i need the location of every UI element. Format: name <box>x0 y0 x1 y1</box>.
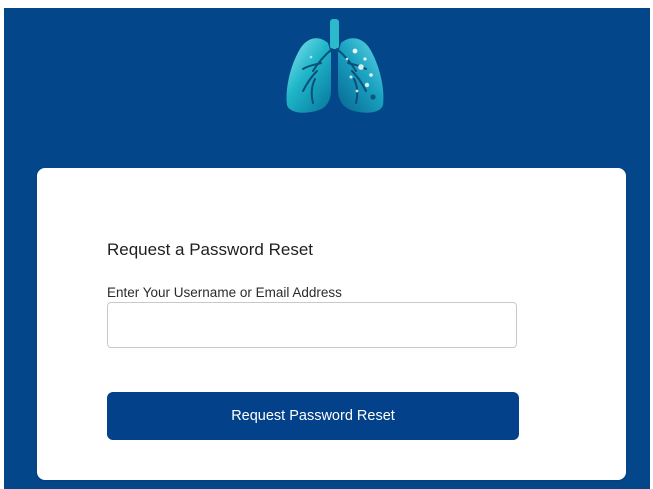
request-password-reset-button[interactable]: Request Password Reset <box>107 392 519 440</box>
username-email-input[interactable] <box>107 302 517 348</box>
form-title: Request a Password Reset <box>107 240 313 259</box>
password-reset-card: Request a Password Reset Enter Your User… <box>37 168 626 480</box>
lungs-icon <box>286 19 384 113</box>
page-background: Request a Password Reset Enter Your User… <box>4 8 650 489</box>
username-email-label: Enter Your Username or Email Address <box>107 285 342 300</box>
